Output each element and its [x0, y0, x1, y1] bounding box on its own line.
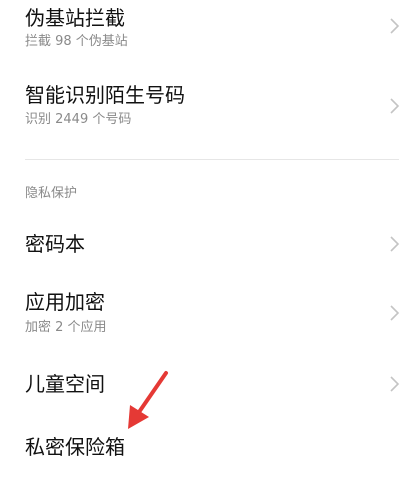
section-divider — [25, 159, 399, 160]
chevron-right-icon — [384, 16, 404, 36]
settings-item-title: 儿童空间 — [25, 372, 105, 396]
settings-item-fake-base-station[interactable]: 伪基站拦截 拦截 98 个伪基站 — [0, 0, 414, 70]
settings-item-identify-unknown-numbers[interactable]: 智能识别陌生号码 识别 2449 个号码 — [0, 74, 414, 148]
chevron-right-icon — [384, 96, 404, 116]
settings-item-title: 密码本 — [25, 232, 85, 256]
settings-item-title: 智能识别陌生号码 — [25, 83, 185, 107]
settings-item-private-safe[interactable]: 私密保险箱 — [0, 420, 414, 477]
settings-item-title: 伪基站拦截 — [25, 6, 125, 30]
chevron-right-icon — [384, 234, 404, 254]
settings-item-subtitle: 拦截 98 个伪基站 — [25, 34, 128, 49]
settings-item-subtitle: 加密 2 个应用 — [25, 320, 107, 335]
settings-item-title: 应用加密 — [25, 290, 105, 314]
chevron-right-icon — [384, 374, 404, 394]
settings-item-app-encryption[interactable]: 应用加密 加密 2 个应用 — [0, 280, 414, 348]
settings-item-password-book[interactable]: 密码本 — [0, 216, 414, 272]
settings-item-subtitle: 识别 2449 个号码 — [25, 112, 132, 127]
section-header-privacy: 隐私保护 — [25, 186, 78, 201]
settings-item-title: 私密保险箱 — [25, 435, 125, 459]
settings-item-kids-space[interactable]: 儿童空间 — [0, 356, 414, 412]
chevron-right-icon — [384, 303, 404, 323]
